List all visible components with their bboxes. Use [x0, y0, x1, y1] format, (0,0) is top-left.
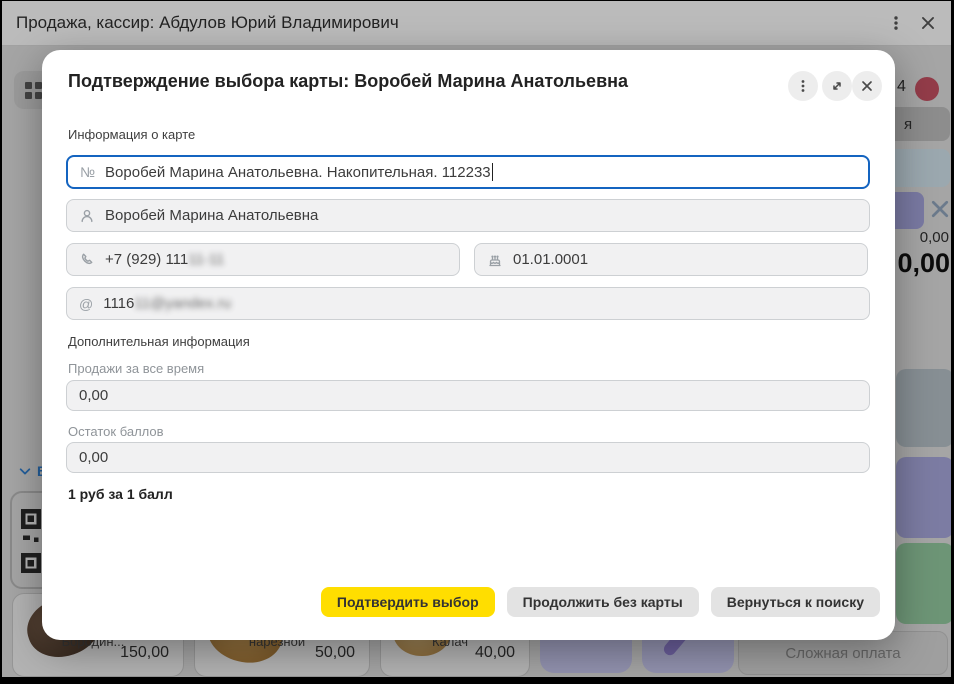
side-tile-gray[interactable]	[896, 369, 951, 447]
continue-without-card-button[interactable]: Продолжить без карты	[507, 587, 699, 617]
screen: Продажа, кассир: Абдулов Юрий Владимиров…	[0, 0, 954, 684]
product-price: 150,00	[120, 644, 169, 662]
status-dot	[915, 77, 939, 101]
dialog-close-button[interactable]	[852, 71, 882, 101]
points-label: Остаток баллов	[68, 424, 164, 439]
holder-name-input[interactable]: Воробей Марина Анатольевна	[66, 199, 870, 232]
points-value: 0,00	[79, 449, 108, 466]
phone-icon	[79, 252, 95, 268]
dialog-expand-button[interactable]	[822, 71, 852, 101]
phone-value-blurred: 11-11	[188, 251, 224, 268]
side-tile-purple[interactable]	[896, 457, 951, 538]
expand-icon	[829, 78, 845, 94]
sales-label: Продажи за все время	[68, 361, 204, 376]
side-tile-green[interactable]	[896, 543, 951, 624]
email-value-blurred: 11@yandex.ru	[134, 295, 231, 312]
window-title: Продажа, кассир: Абдулов Юрий Владимиров…	[16, 13, 399, 33]
phone-value: +7 (929) 111	[105, 251, 188, 268]
confirm-selection-button[interactable]: Подтвердить выбор	[321, 587, 495, 617]
background-partial-button-label: я	[904, 116, 912, 133]
return-to-search-button[interactable]: Вернуться к поиску	[711, 587, 880, 617]
birthdate-input[interactable]: 01.01.0001	[474, 243, 868, 276]
additional-info-label: Дополнительная информация	[68, 334, 250, 349]
dialog-actions: Подтвердить выбор Продолжить без карты В…	[321, 587, 880, 617]
dialog-menu-button[interactable]	[788, 71, 818, 101]
person-icon	[79, 208, 95, 224]
complex-payment-label: Сложная оплата	[785, 645, 900, 662]
kebab-icon	[795, 78, 811, 94]
notification-count: 4	[897, 78, 906, 96]
product-price: 50,00	[315, 644, 355, 662]
card-number-input[interactable]: № Воробей Марина Анатольевна. Накопитель…	[66, 155, 870, 189]
product-price: 40,00	[475, 644, 515, 662]
sales-value: 0,00	[79, 387, 108, 404]
clear-icon[interactable]	[928, 197, 951, 221]
at-sign-icon: @	[79, 296, 93, 312]
birthday-cake-icon	[487, 252, 503, 268]
birthdate-value: 01.01.0001	[513, 251, 588, 268]
email-value: 1116	[103, 295, 134, 312]
points-input: 0,00	[66, 442, 870, 473]
email-input[interactable]: @ 111611@yandex.ru	[66, 287, 870, 320]
phone-input[interactable]: +7 (929) 11111-11	[66, 243, 460, 276]
points-rate-note: 1 руб за 1 балл	[68, 486, 173, 502]
sales-input: 0,00	[66, 380, 870, 411]
dialog-title: Подтверждение выбора карты: Воробей Мари…	[68, 71, 628, 92]
window-titlebar: Продажа, кассир: Абдулов Юрий Владимиров…	[2, 1, 951, 46]
text-caret	[492, 163, 494, 181]
card-number-value: Воробей Марина Анатольевна. Накопительна…	[105, 164, 491, 181]
close-icon	[859, 78, 875, 94]
window-menu-icon[interactable]	[887, 14, 905, 32]
card-number-icon: №	[80, 164, 95, 180]
grid-icon	[25, 82, 42, 99]
card-confirmation-dialog: Подтверждение выбора карты: Воробей Мари…	[42, 50, 895, 640]
window-close-icon[interactable]	[919, 14, 937, 32]
card-info-label: Информация о карте	[68, 127, 195, 142]
chevron-down-icon	[18, 464, 32, 478]
holder-name-value: Воробей Марина Анатольевна	[105, 207, 318, 224]
